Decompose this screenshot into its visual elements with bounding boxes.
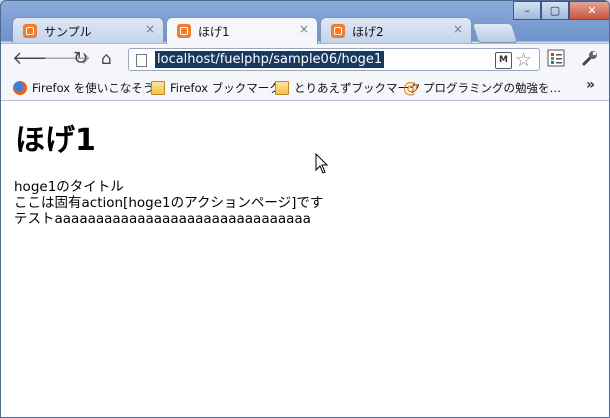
new-tab-button[interactable] <box>471 23 519 43</box>
page-content: ほげ1 hoge1のタイトル ここは固有action[hoge1のアクションペー… <box>1 101 609 417</box>
bookmark-label: Firefox を使いこなそう <box>32 80 155 95</box>
page-heading: ほげ1 <box>15 123 96 158</box>
bookmark-label: プログラミングの勉強を… <box>423 80 561 95</box>
reload-icon[interactable]: ↻ <box>73 50 88 68</box>
wrench-icon[interactable] <box>581 49 599 72</box>
tab-close-icon[interactable]: × <box>299 22 309 36</box>
bookmark-programming[interactable]: @ プログラミングの勉強を… <box>403 79 561 96</box>
folder-icon <box>151 80 165 95</box>
tab-close-icon[interactable]: × <box>145 22 155 36</box>
xampp-favicon-icon <box>177 24 191 38</box>
xampp-favicon-icon <box>23 24 37 38</box>
bookmarks-overflow-icon[interactable]: » <box>586 77 595 93</box>
tab-close-icon[interactable]: × <box>453 22 463 36</box>
firefox-icon <box>13 80 27 95</box>
page-title-line: hoge1のタイトル <box>14 179 124 195</box>
tab-strip: サンプル × ほげ1 × ほげ2 × <box>7 17 607 44</box>
extension-m-icon[interactable]: M <box>495 52 512 69</box>
address-bar[interactable]: localhost/fuelphp/sample06/hoge1 M ☆ <box>128 48 540 71</box>
tab-title: サンプル <box>44 25 92 39</box>
home-icon[interactable]: ⌂ <box>101 50 112 68</box>
tab-sample[interactable]: サンプル × <box>12 17 164 43</box>
bookmark-label: とりあえずブックマーク <box>294 80 421 95</box>
bookmark-folder-toriaezu[interactable]: とりあえずブックマーク <box>275 79 421 96</box>
url-text[interactable]: localhost/fuelphp/sample06/hoge1 <box>155 51 385 68</box>
tab-hoge2[interactable]: ほげ2 × <box>320 17 472 43</box>
mouse-pointer-icon <box>315 153 329 174</box>
toolbar: 🡐 🡒 ↻ ⌂ localhost/fuelphp/sample06/hoge1… <box>1 43 609 76</box>
xampp-favicon-icon <box>331 24 345 38</box>
at-icon: @ <box>403 78 418 97</box>
title-bar: – ▢ ✕ サンプル × ほげ1 × ほげ2 × <box>1 1 609 45</box>
bookmark-firefox-guide[interactable]: Firefox を使いこなそう <box>13 79 154 96</box>
page-menu-icon[interactable] <box>547 49 565 72</box>
action-description-line: ここは固有action[hoge1のアクションページ]です <box>14 195 324 211</box>
page-icon <box>136 54 147 67</box>
bookmark-label: Firefox ブックマーク <box>170 80 281 95</box>
bookmark-folder-firefox[interactable]: Firefox ブックマーク <box>151 79 281 96</box>
tab-title: ほげ1 <box>198 25 230 39</box>
bookmark-star-icon[interactable]: ☆ <box>515 49 532 71</box>
browser-window: – ▢ ✕ サンプル × ほげ1 × ほげ2 × 🡐 🡒 ↻ ⌂ localho… <box>0 0 610 418</box>
tab-hoge1[interactable]: ほげ1 × <box>166 17 318 44</box>
folder-icon <box>275 80 289 95</box>
bookmarks-bar: Firefox を使いこなそう Firefox ブックマーク とりあえずブックマ… <box>1 75 609 101</box>
test-text-line: テストaaaaaaaaaaaaaaaaaaaaaaaaaaaaaaa <box>14 211 311 227</box>
tab-title: ほげ2 <box>352 25 384 39</box>
